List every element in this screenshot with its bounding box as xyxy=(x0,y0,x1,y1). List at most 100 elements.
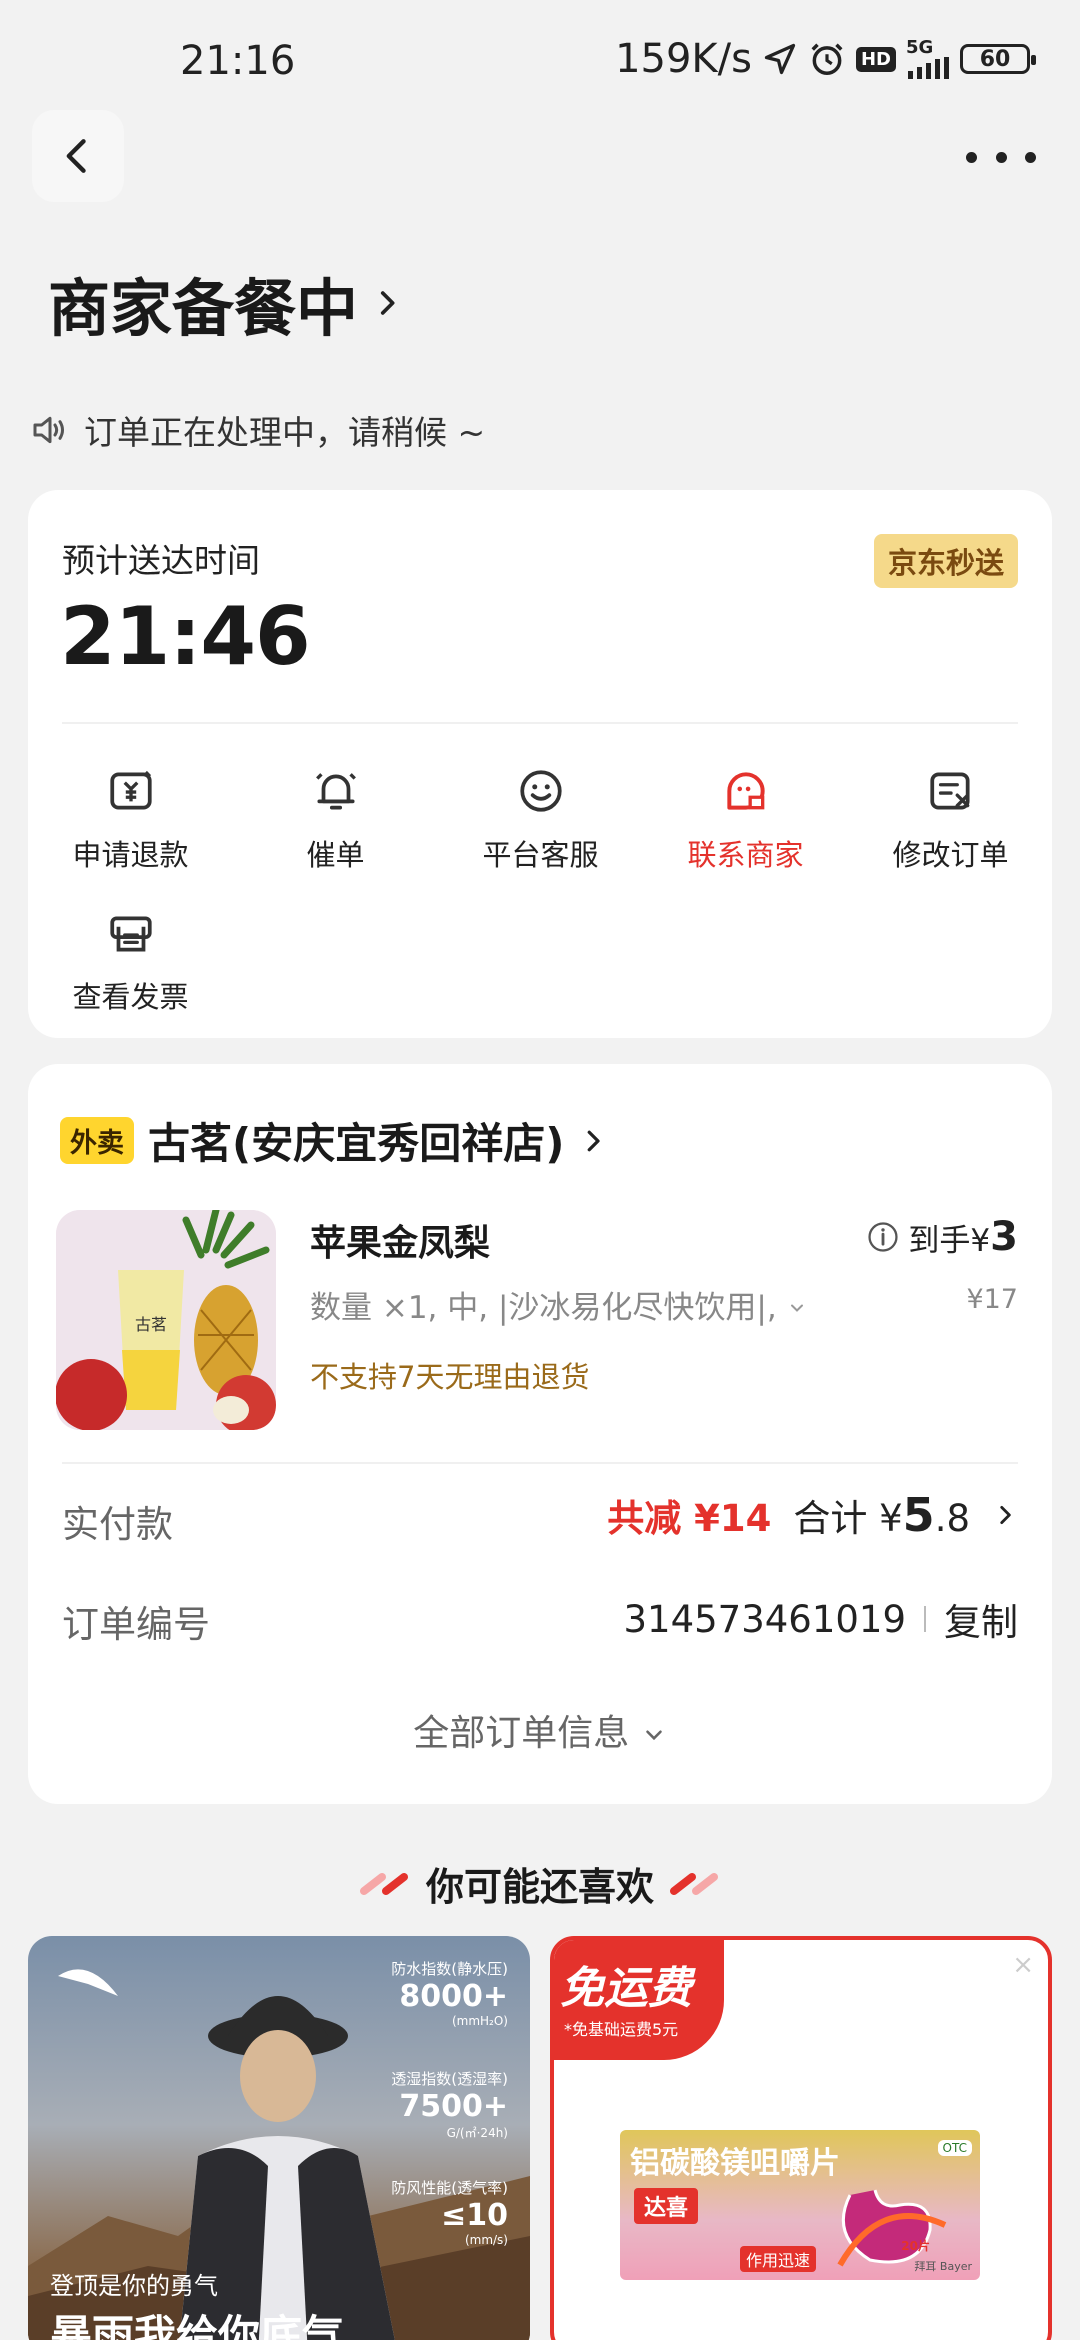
cup-logo: 古茗 xyxy=(135,1315,167,1334)
chevron-right-icon xyxy=(588,1130,601,1151)
spec-label: 防水指数(静水压) xyxy=(391,1960,508,1978)
copy-button[interactable]: 复制 xyxy=(944,1592,1018,1646)
urge-label: 催单 xyxy=(306,838,365,872)
order-number-label: 订单编号 xyxy=(62,1603,210,1646)
order-status-text: 商家备餐中 xyxy=(48,272,359,345)
medicine-effect: 作用迅速 xyxy=(740,2246,817,2272)
recommend-item-jacket[interactable]: 防水指数(静水压) 8000+ (mmH₂O) 透湿指数(透湿率) 7500+ … xyxy=(28,1936,530,2340)
shop-name: 古茗(安庆宜秀回祥店) xyxy=(148,1119,565,1168)
view-invoice-label: 查看发票 xyxy=(72,980,189,1014)
product-price: 到手¥ 3 xyxy=(866,1214,1018,1260)
takeout-tag: 外卖 xyxy=(60,1117,134,1164)
otc-badge: OTC xyxy=(937,2140,972,2156)
free-shipping-sub: *免基础运费5元 xyxy=(564,2020,679,2039)
chevron-right-icon xyxy=(380,291,395,315)
spec-value: 7500+ xyxy=(399,2089,508,2124)
recommend-item-medicine[interactable]: 免运费 *免基础运费5元 × 铝碳酸镁咀嚼片 OTC 达喜 作用迅速 20片 拜… xyxy=(550,1936,1052,2340)
separator xyxy=(924,1606,926,1632)
info-icon[interactable] xyxy=(866,1220,900,1254)
brand-logo-icon xyxy=(58,1969,118,1996)
spec-label: 透湿指数(透湿率) xyxy=(391,2070,508,2088)
original-price: ¥17 xyxy=(966,1284,1018,1315)
order-card: 外卖 古茗(安庆宜秀回祥店) 古茗 苹果金凤梨 数量 ×1, 中, |沙冰易化尽… xyxy=(28,1064,1052,1804)
total-integer: 5 xyxy=(902,1488,935,1542)
bell-icon xyxy=(315,773,356,810)
jacket-specs: 防水指数(静水压) 8000+ (mmH₂O) 透湿指数(透湿率) 7500+ … xyxy=(391,1958,508,2247)
product-spec-text: 数量 ×1, 中, |沙冰易化尽快饮用|, xyxy=(310,1290,777,1326)
more-button[interactable] xyxy=(966,140,1036,174)
medicine-maker: 拜耳 Bayer xyxy=(914,2260,972,2273)
spec-unit: G/(㎡·24h) xyxy=(446,2126,508,2140)
recommend-header: 你可能还喜欢 xyxy=(0,1856,1080,1911)
total-decimal: .8 xyxy=(934,1497,970,1540)
price-prefix: 到手¥ xyxy=(908,1222,991,1259)
signal-icon: 5G xyxy=(906,39,950,79)
view-invoice-button[interactable]: 查看发票 xyxy=(28,908,233,1016)
network-speed: 159K/s xyxy=(615,36,752,82)
recommend-title: 你可能还喜欢 xyxy=(425,1865,654,1909)
network-type: 5G xyxy=(906,37,934,58)
medicine-box: 铝碳酸镁咀嚼片 OTC 达喜 作用迅速 20片 拜耳 Bayer xyxy=(620,2130,980,2280)
spec-label: 防风性能(透气率) xyxy=(391,2179,508,2197)
chevron-down-icon xyxy=(645,1730,662,1741)
chevron-right-icon xyxy=(1000,1506,1011,1524)
merchant-chat-icon xyxy=(726,772,765,810)
ad-slogan-2: 暴雨我给你底气 xyxy=(50,2311,345,2340)
payment-label: 实付款 xyxy=(62,1503,173,1546)
urge-button[interactable]: 催单 xyxy=(233,766,438,874)
contact-merchant-label: 联系商家 xyxy=(687,838,804,872)
product-spec[interactable]: 数量 ×1, 中, |沙冰易化尽快饮用|, xyxy=(310,1282,807,1327)
medicine-name: 铝碳酸镁咀嚼片 xyxy=(630,2146,840,2181)
divider xyxy=(62,1462,1018,1464)
edit-order-icon xyxy=(929,772,970,810)
modify-order-label: 修改订单 xyxy=(892,838,1009,872)
back-button[interactable] xyxy=(32,110,124,202)
spec-unit: (mm/s) xyxy=(464,2233,508,2247)
free-shipping-text: 免运费 xyxy=(560,1963,692,2014)
customer-service-label: 平台客服 xyxy=(482,838,599,872)
close-icon[interactable]: × xyxy=(1012,1950,1034,1980)
delivery-card: 预计送达时间 21:46 京东秒送 申请退款 催单 平台客服 联系商家 修改订单… xyxy=(28,490,1052,1038)
hd-badge: HD xyxy=(855,46,896,72)
all-order-info-label: 全部订单信息 xyxy=(413,1713,630,1754)
shop-row[interactable]: 外卖 古茗(安庆宜秀回祥店) xyxy=(60,1110,608,1171)
smile-icon xyxy=(519,770,562,812)
alarm-icon xyxy=(808,40,846,78)
ad-slogan-1: 登顶是你的勇气 xyxy=(50,2272,218,2300)
discount-amount: 共减 ¥14 xyxy=(607,1497,772,1540)
divider xyxy=(62,722,1018,724)
medicine-brand: 达喜 xyxy=(634,2188,699,2224)
total-prefix: 合计 ¥ xyxy=(793,1497,903,1540)
status-icons: 159K/s HD 5G 60 xyxy=(615,36,1036,82)
product-name: 苹果金凤梨 xyxy=(310,1223,491,1264)
status-time: 21:16 xyxy=(180,38,296,84)
total-amount: 合计 ¥5.8 xyxy=(793,1488,970,1542)
customer-service-button[interactable]: 平台客服 xyxy=(438,766,643,874)
invoice-icon xyxy=(109,916,152,952)
medicine-count: 20片 xyxy=(901,2239,930,2253)
location-icon xyxy=(762,41,798,77)
return-policy: 不支持7天无理由退货 xyxy=(310,1360,590,1394)
eta-time: 21:46 xyxy=(60,590,311,683)
payment-summary[interactable]: 共减 ¥14 合计 ¥5.8 xyxy=(607,1488,1018,1542)
chevron-down-icon xyxy=(790,1304,803,1312)
order-notice: 订单正在处理中，请稍候 ~ xyxy=(30,406,485,454)
contact-merchant-button[interactable]: 联系商家 xyxy=(643,766,848,874)
spec-value: 8000+ xyxy=(399,1979,508,2014)
all-order-info-button[interactable]: 全部订单信息 xyxy=(28,1704,1052,1756)
jd-express-badge: 京东秒送 xyxy=(873,534,1018,588)
modify-order-button[interactable]: 修改订单 xyxy=(848,766,1053,874)
battery-icon: 60 xyxy=(960,44,1036,74)
spec-unit: (mmH₂O) xyxy=(451,2014,508,2028)
product-image[interactable]: 古茗 xyxy=(56,1210,276,1430)
order-status-title[interactable]: 商家备餐中 xyxy=(48,258,404,348)
final-price: 3 xyxy=(990,1214,1018,1260)
refund-button[interactable]: 申请退款 xyxy=(28,766,233,874)
notice-text: 订单正在处理中，请稍候 ~ xyxy=(84,413,486,452)
free-shipping-banner: 免运费 *免基础运费5元 xyxy=(554,1940,724,2060)
decor-pills-icon xyxy=(670,1872,718,1895)
decor-pills-icon xyxy=(359,1872,408,1895)
refund-label: 申请退款 xyxy=(72,838,189,872)
order-number: 314573461019 xyxy=(623,1597,907,1641)
speaker-icon xyxy=(33,416,64,444)
